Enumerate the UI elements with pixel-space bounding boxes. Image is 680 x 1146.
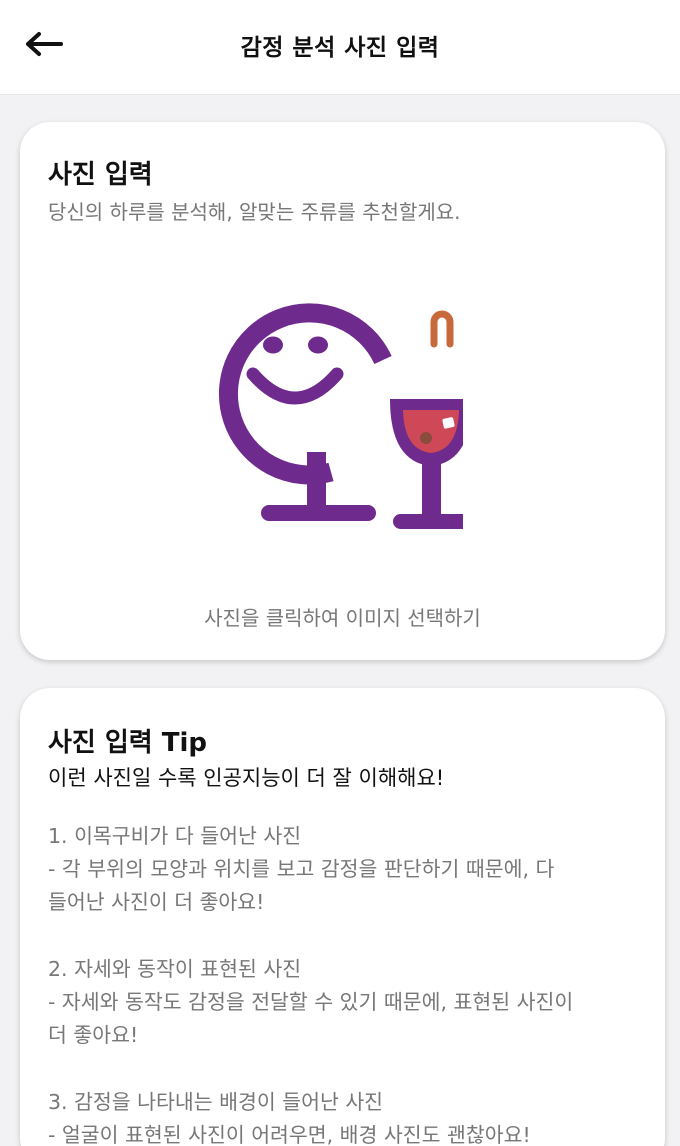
tip-card-lead: 이런 사진일 수록 인공지능이 더 잘 이해해요! [48,766,445,790]
tip-card-title: 사진 입력 Tip [48,728,208,758]
tip-heading: 1. 이목구비가 다 들어난 사진 [48,824,302,848]
list-item: 3. 감정을 나타내는 배경이 들어난 사진 - 얼굴이 표현된 사진이 어려우… [48,1086,648,1146]
tip-description: 들어난 사진이 더 좋아요! [48,890,265,914]
tip-description: 더 좋아요! [48,1023,139,1047]
tip-description: - 자세와 동작도 감정을 전달할 수 있기 때문에, 표현된 사진이 [48,990,574,1014]
select-image-hint[interactable]: 사진을 클릭하여 이미지 선택하기 [20,602,665,631]
image-picker[interactable] [203,282,472,552]
tip-heading: 2. 자세와 동작이 표현된 사진 [48,957,302,981]
list-item: 1. 이목구비가 다 들어난 사진 - 각 부위의 모양과 위치를 보고 감정을… [48,820,648,919]
tip-heading: 3. 감정을 나타내는 배경이 들어난 사진 [48,1090,384,1114]
tip-list: 1. 이목구비가 다 들어난 사진 - 각 부위의 모양과 위치를 보고 감정을… [48,820,648,1146]
tip-description: - 얼굴이 표현된 사진이 어려우면, 배경 사진도 괜찮아요! [48,1123,531,1146]
smile-wine-glass-logo-icon [218,303,472,529]
app-bar: 감정 분석 사진 입력 [0,0,680,95]
photo-input-card[interactable]: 사진 입력 당신의 하루를 분석해, 알맞는 주류를 추천할게요. 사진을 클릭… [20,122,665,660]
photo-card-subtitle: 당신의 하루를 분석해, 알맞는 주류를 추천할게요. [48,200,461,224]
tip-description: - 각 부위의 모양과 위치를 보고 감정을 판단하기 때문에, 다 [48,857,555,881]
list-item: 2. 자세와 동작이 표현된 사진 - 자세와 동작도 감정을 전달할 수 있기… [48,953,648,1052]
page-title: 감정 분석 사진 입력 [240,35,440,61]
tip-card: 사진 입력 Tip 이런 사진일 수록 인공지능이 더 잘 이해해요! 1. 이… [20,688,665,1146]
photo-card-title: 사진 입력 [48,160,153,190]
